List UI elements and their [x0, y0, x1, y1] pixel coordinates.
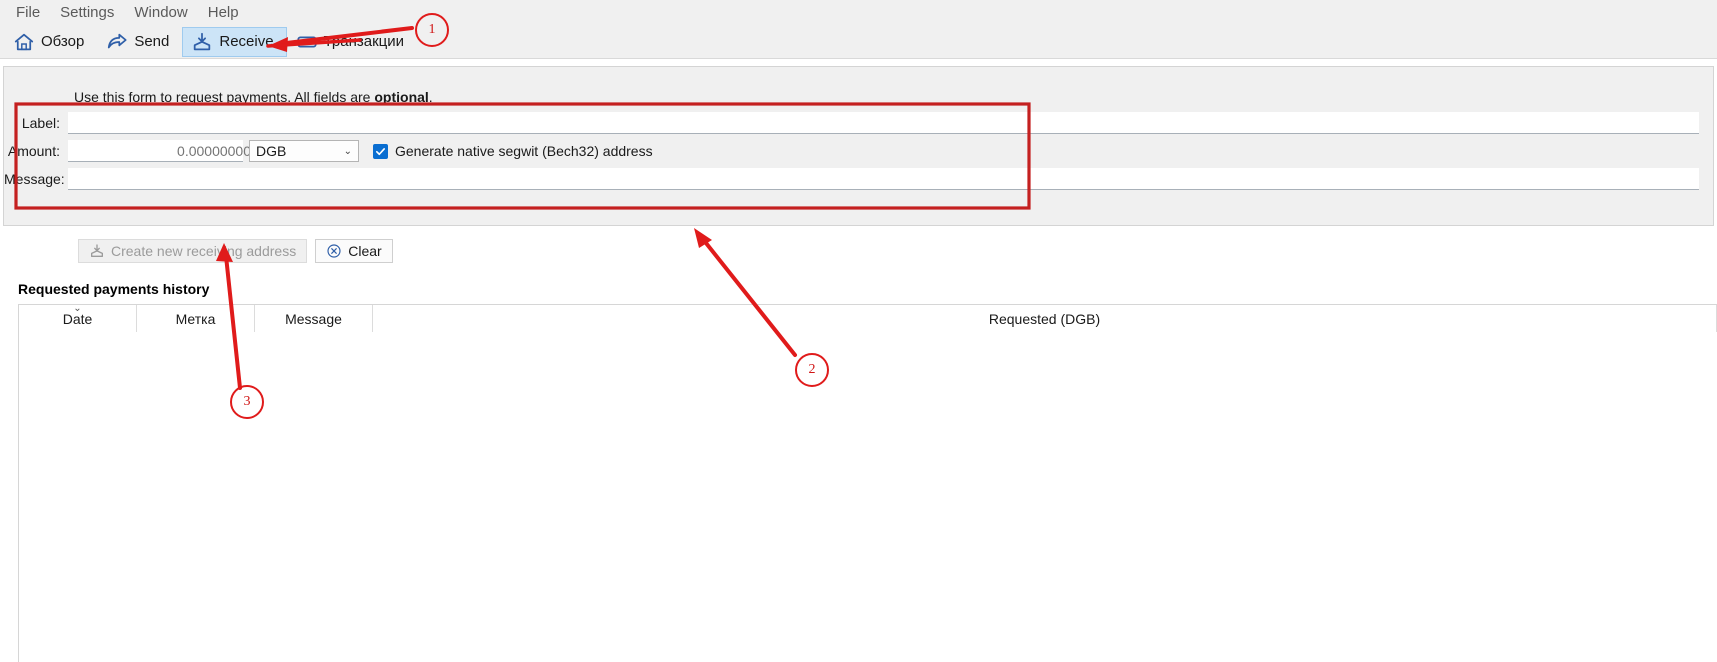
- menu-item-file[interactable]: File: [6, 2, 50, 23]
- menu-item-help[interactable]: Help: [198, 2, 249, 23]
- form-hint-suffix: .: [428, 89, 433, 105]
- annotation-marker-3-number: 3: [243, 394, 251, 409]
- toolbar-label-receive: Receive: [219, 33, 274, 50]
- menu-item-settings[interactable]: Settings: [50, 2, 124, 23]
- annotation-marker-2: 2: [795, 353, 829, 387]
- main-toolbar: Обзор Send Receive Транзакции: [0, 25, 1717, 59]
- column-header-label-label: Метка: [175, 310, 216, 327]
- toolbar-button-receive[interactable]: Receive: [182, 26, 287, 57]
- label-row: Label:: [4, 112, 1699, 134]
- transactions-icon: [296, 31, 318, 53]
- segwit-checkbox-label: Generate native segwit (Bech32) address: [395, 143, 653, 159]
- amount-input[interactable]: [68, 140, 255, 161]
- amount-spinbox[interactable]: ▲ ▼: [68, 140, 263, 162]
- label-input[interactable]: [68, 112, 1699, 134]
- toolbar-label-send: Send: [134, 33, 170, 50]
- unit-select[interactable]: DGB ⌄: [249, 140, 359, 162]
- form-hint-bold: optional: [374, 89, 429, 105]
- menu-bar: File Settings Window Help: [0, 0, 1717, 25]
- sort-chevron-down-icon: ⌄: [73, 303, 82, 314]
- form-hint-prefix: Use this form to request payments. All f…: [74, 89, 375, 105]
- message-input[interactable]: [68, 168, 1699, 190]
- clear-circle-x-icon: [326, 243, 342, 259]
- toolbar-label-overview: Обзор: [41, 33, 85, 50]
- history-title: Requested payments history: [18, 281, 210, 297]
- chevron-down-icon: ⌄: [343, 145, 352, 157]
- clear-label: Clear: [348, 243, 382, 259]
- amount-row: Amount: ▲ ▼ DGB ⌄ Generate native segw: [4, 140, 653, 162]
- table-body[interactable]: [19, 332, 1717, 662]
- column-header-message[interactable]: Message: [255, 305, 373, 332]
- label-field-caption: Label:: [21, 115, 60, 131]
- receive-page: Use this form to request payments. All f…: [0, 59, 1717, 662]
- segwit-checkbox-row[interactable]: Generate native segwit (Bech32) address: [373, 143, 653, 159]
- message-field-caption: Message:: [4, 171, 65, 187]
- table-header-row: ⌄ Date Метка Message Requested (DGB): [19, 303, 1717, 333]
- requested-payments-table: ⌄ Date Метка Message Requested (DGB): [18, 304, 1717, 662]
- receive-inbox-icon: [191, 31, 213, 53]
- amount-field-caption: Amount:: [7, 143, 60, 159]
- clear-button[interactable]: Clear: [315, 239, 393, 263]
- unit-select-value: DGB: [256, 143, 287, 159]
- column-header-label[interactable]: Метка: [137, 305, 255, 332]
- request-payment-form: Use this form to request payments. All f…: [3, 66, 1714, 226]
- toolbar-button-send[interactable]: Send: [97, 27, 182, 57]
- check-icon: [376, 147, 385, 155]
- toolbar-button-transactions[interactable]: Транзакции: [287, 27, 417, 57]
- message-row: Message:: [4, 168, 1699, 190]
- column-header-message-label: Message: [285, 310, 342, 327]
- segwit-checkbox[interactable]: [373, 143, 388, 159]
- send-arrow-icon: [106, 31, 128, 53]
- column-header-date[interactable]: ⌄ Date: [19, 303, 137, 332]
- menu-item-window[interactable]: Window: [124, 2, 197, 23]
- toolbar-button-overview[interactable]: Обзор: [4, 27, 97, 57]
- annotation-marker-1-number: 1: [428, 22, 436, 37]
- toolbar-label-transactions: Транзакции: [323, 33, 404, 50]
- home-icon: [13, 31, 35, 53]
- create-address-label: Create new receiving address: [111, 243, 297, 259]
- annotation-marker-3: 3: [230, 385, 264, 419]
- annotation-marker-1: 1: [415, 13, 449, 47]
- form-actions: Create new receiving address Clear: [78, 239, 393, 263]
- annotation-marker-2-number: 2: [808, 362, 816, 377]
- create-new-receiving-address-button[interactable]: Create new receiving address: [78, 239, 308, 263]
- column-header-requested-label: Requested (DGB): [988, 310, 1101, 327]
- receive-inbox-icon: [89, 243, 105, 259]
- column-header-requested[interactable]: Requested (DGB): [373, 305, 1717, 332]
- form-hint: Use this form to request payments. All f…: [74, 89, 433, 105]
